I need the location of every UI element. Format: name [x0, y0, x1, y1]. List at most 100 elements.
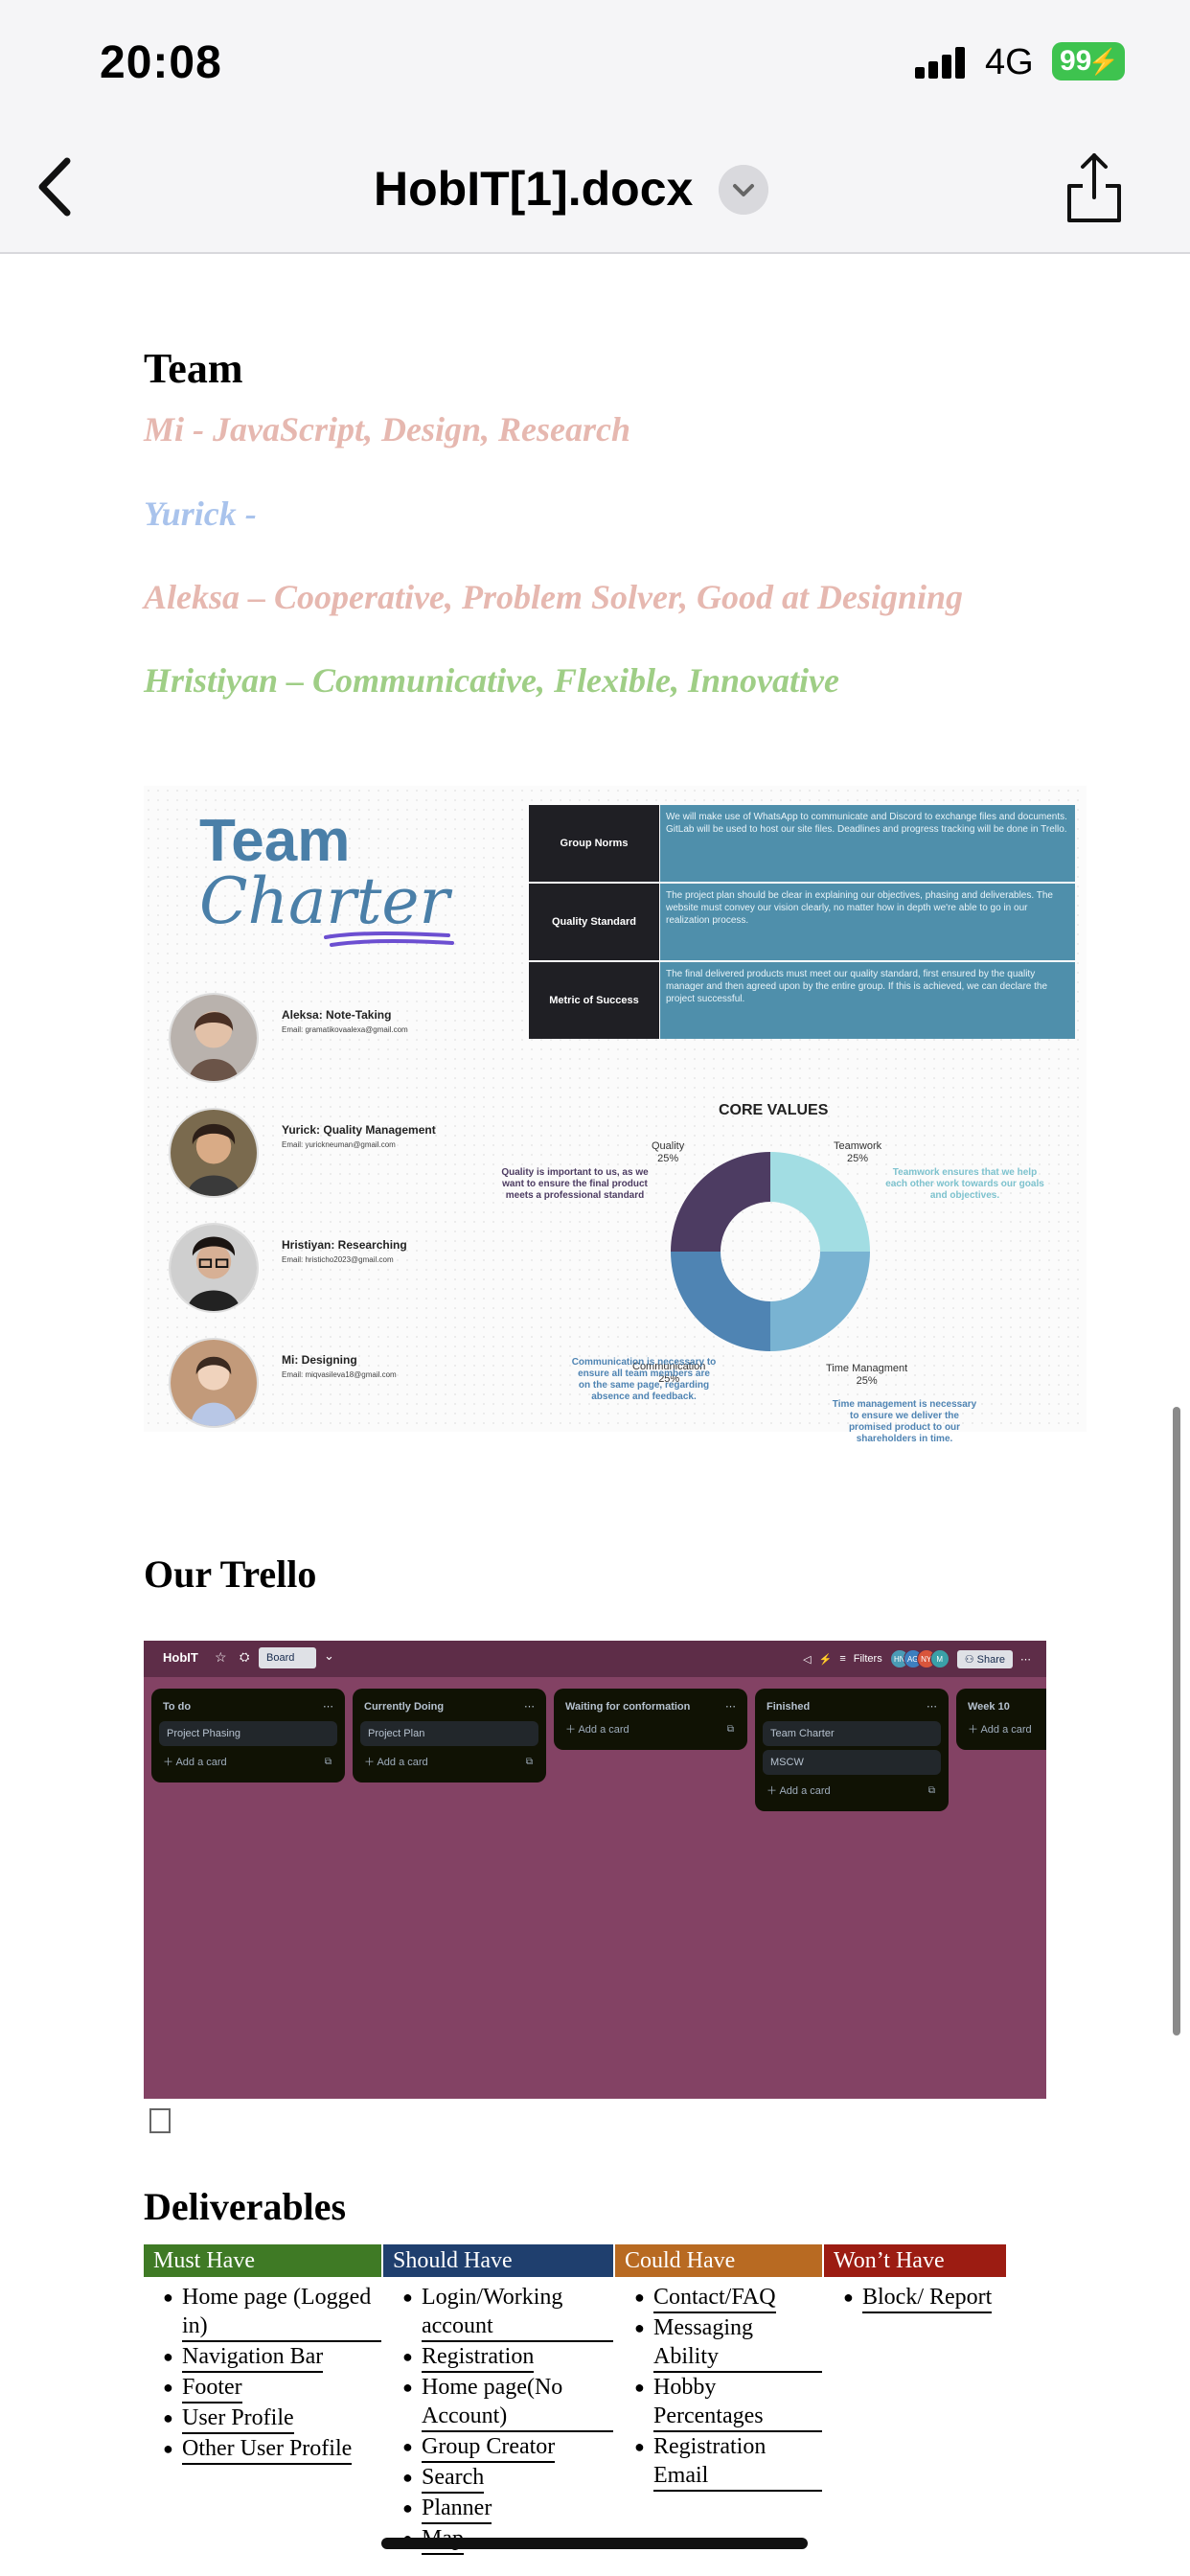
cv-note-quality: Quality is important to us, as we want t…: [501, 1167, 649, 1201]
member-name: Yurick: Quality Management: [282, 1123, 436, 1137]
donut-slice-quality: [671, 1152, 770, 1252]
member-name: Hristiyan: Researching: [282, 1238, 407, 1252]
norm-label: Quality Standard: [529, 884, 659, 960]
norm-row: Quality Standard The project plan should…: [529, 884, 1075, 960]
list-title: Currently Doing: [364, 1701, 445, 1713]
deliverables-column-must-have: Must Have ● Home page (Logged in) ● Naviga…: [144, 2244, 381, 2465]
home-indicator[interactable]: [381, 2538, 808, 2549]
cv-note-teamwork: Teamwork ensures that we help each other…: [885, 1167, 1044, 1201]
trello-card: MSCW: [763, 1750, 941, 1775]
list-item: ● Planner: [383, 2494, 613, 2524]
avatar: [169, 1108, 259, 1198]
add-card: ＋ Add a card ⧉: [763, 1779, 941, 1804]
scrollbar[interactable]: [1173, 1407, 1180, 2036]
team-heading: Team: [144, 345, 243, 392]
member-avatars: HN AG NY M: [889, 1649, 950, 1668]
donut-slice-time-managment: [770, 1252, 870, 1351]
checkbox[interactable]: [149, 2108, 171, 2133]
more-icon: ⋯: [1020, 1653, 1031, 1666]
charter-member: Aleksa: Note-Taking Email: gramatikovaal…: [169, 993, 514, 1085]
battery-level: 99: [1060, 45, 1092, 77]
list-item: ● Registration Email: [615, 2432, 822, 2492]
deliverables-list: ● Home page (Logged in) ● Navigation Bar ●…: [144, 2277, 381, 2465]
more-icon: ⋯: [323, 1701, 333, 1713]
norm-text: The final delivered products must meet o…: [660, 962, 1075, 1039]
group-norms-table: Group Norms We will make use of WhatsApp…: [529, 805, 1075, 1041]
list-item: ● Home page(No Account): [383, 2373, 613, 2432]
top-bar: 20:08 4G 99 ⚡ HobIT[1].docx: [0, 0, 1190, 254]
list-item: ● Hobby Percentages: [615, 2373, 822, 2432]
column-header: Could Have: [615, 2244, 822, 2277]
board-name: HobIT: [163, 1650, 198, 1665]
deliverables-list: ● Block/ Report: [824, 2277, 1006, 2313]
trello-header-bar: HobIT ☆ ⛭ Board ⌄ ◁ ⚡ ≡ Filters HN AG NY…: [144, 1641, 1046, 1677]
deliverables-list: ● Login/Working account ● Registration ● Ho…: [383, 2277, 613, 2555]
list-title: Week 10: [968, 1701, 1010, 1713]
trello-card: Project Plan: [360, 1721, 538, 1746]
trello-card: Team Charter: [763, 1721, 941, 1746]
core-values-title: CORE VALUES: [719, 1102, 829, 1118]
trello-list: Waiting for conformation ⋯ ＋ Add a card ⧉: [554, 1689, 747, 1750]
list-item: ● Other User Profile: [144, 2434, 381, 2465]
list-item: ● Login/Working account: [383, 2283, 613, 2342]
chevron-down-icon[interactable]: [719, 165, 768, 215]
share-icon[interactable]: [1064, 151, 1125, 224]
document-title[interactable]: HobIT[1].docx: [374, 161, 693, 217]
share-button: ⚇ Share: [956, 1649, 1013, 1668]
avatar: [169, 1223, 259, 1313]
deliverables-column-could-have: Could Have ● Contact/FAQ ● Messaging Abili…: [615, 2244, 822, 2492]
cv-label-quality: Quality 25%: [652, 1140, 685, 1164]
cv-note-communication: Communication is necessary to ensure all…: [571, 1357, 717, 1402]
team-member-line-aleksa: Aleksa – Cooperative, Problem Solver, Go…: [144, 578, 963, 616]
template-icon: ⧉: [324, 1757, 332, 1767]
template-icon: ⧉: [726, 1724, 734, 1735]
cv-label-time: Time Managment 25%: [826, 1363, 908, 1387]
norm-text: We will make use of WhatsApp to communic…: [660, 805, 1075, 882]
battery-indicator: 99 ⚡: [1052, 42, 1125, 80]
more-icon: ⋯: [927, 1701, 937, 1713]
deliverables-heading: Deliverables: [144, 2185, 347, 2228]
avatar: [169, 993, 259, 1083]
add-card: ＋ Add a card: [968, 1724, 1032, 1736]
list-title: Waiting for conformation: [565, 1701, 691, 1713]
member-name: Aleksa: Note-Taking: [282, 1008, 392, 1022]
trello-list: To do ⋯ Project Phasing ＋ Add a card ⧉: [151, 1689, 345, 1782]
norm-label: Group Norms: [529, 805, 659, 882]
norm-text: The project plan should be clear in expl…: [660, 884, 1075, 960]
list-item: ● Contact/FAQ: [615, 2283, 822, 2313]
board-view-button: Board: [259, 1647, 316, 1668]
document-body[interactable]: Team Mi - JavaScript, Design, Research Y…: [0, 256, 1190, 2576]
automation-icon: ⚡: [818, 1653, 833, 1666]
norm-row: Group Norms We will make use of WhatsApp…: [529, 805, 1075, 882]
person-icon: ⚇: [964, 1653, 977, 1666]
norm-label: Metric of Success: [529, 962, 659, 1039]
list-item: ● Navigation Bar: [144, 2342, 381, 2373]
trello-heading: Our Trello: [144, 1552, 317, 1596]
norm-row: Metric of Success The final delivered pr…: [529, 962, 1075, 1039]
donut-slice-teamwork: [770, 1152, 870, 1252]
list-title: To do: [163, 1701, 192, 1713]
deliverables-column-should-have: Should Have ● Login/Working account ● Regi…: [383, 2244, 613, 2555]
charter-member: Yurick: Quality Management Email: yurick…: [169, 1108, 514, 1200]
trello-list: Finished ⋯ Team Charter MSCW ＋ Add a car…: [755, 1689, 949, 1811]
team-member-line-mi: Mi - JavaScript, Design, Research: [144, 410, 630, 448]
filter-icon: ≡: [839, 1653, 846, 1665]
more-icon: ⋯: [524, 1701, 535, 1713]
list-title: Finished: [767, 1701, 811, 1713]
trello-card: Project Phasing: [159, 1721, 337, 1746]
template-icon: ⧉: [525, 1757, 533, 1767]
charging-bolt-icon: ⚡: [1087, 47, 1119, 76]
trello-list: Currently Doing ⋯ Project Plan ＋ Add a c…: [353, 1689, 546, 1782]
list-item: ● Home page (Logged in): [144, 2283, 381, 2342]
back-chevron-icon[interactable]: [33, 153, 79, 220]
avatar: [169, 1338, 259, 1428]
add-card: ＋ Add a card ⧉: [159, 1750, 337, 1775]
avatar: M: [929, 1649, 950, 1668]
team-member-line-hristiyan: Hristiyan – Communicative, Flexible, Inn…: [144, 661, 839, 700]
column-header: Should Have: [383, 2244, 613, 2277]
deliverables-list: ● Contact/FAQ ● Messaging Ability ● Hobby P…: [615, 2277, 822, 2492]
donut-slice-communication: [671, 1252, 770, 1351]
column-header: Must Have: [144, 2244, 381, 2277]
board-toolbar-right: ◁ ⚡ ≡ Filters HN AG NY M ⚇ Share ⋯: [803, 1648, 1031, 1669]
member-email: Email: miqvasileva18@gmail.com: [282, 1370, 397, 1379]
